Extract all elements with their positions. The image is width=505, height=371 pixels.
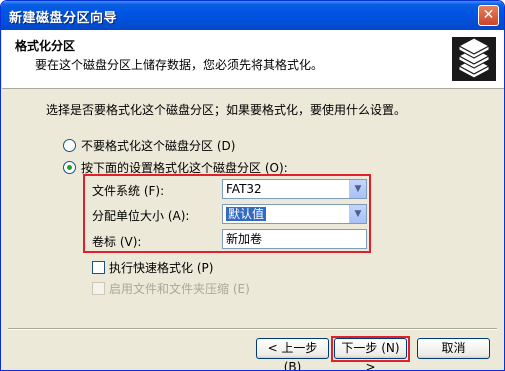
window-title: 新建磁盘分区向导 — [9, 11, 118, 26]
next-button[interactable]: 下一步 (N) > — [334, 338, 407, 370]
filesystem-select[interactable]: FAT32 ▼ — [222, 179, 367, 199]
radio-format[interactable]: 按下面的设置格式化这个磁盘分区 (O): — [63, 159, 288, 175]
disk-stack-icon — [452, 37, 496, 81]
chevron-down-icon[interactable]: ▼ — [349, 205, 366, 223]
chevron-down-icon[interactable]: ▼ — [349, 180, 366, 198]
back-button[interactable]: < 上一步 (B) — [256, 338, 329, 370]
radio-label: 按下面的设置格式化这个磁盘分区 (O): — [81, 160, 288, 175]
instruction-text: 选择是否要格式化这个磁盘分区；如果要格式化，要使用什么设置。 — [46, 103, 407, 117]
volume-label: 卷标 (V): — [92, 235, 142, 249]
allocation-label: 分配单位大小 (A): — [92, 209, 190, 223]
page-title: 格式化分区 — [15, 39, 76, 53]
volume-input[interactable]: 新加卷 — [222, 229, 367, 249]
filesystem-value: FAT32 — [226, 182, 262, 196]
checkbox-disabled — [92, 281, 105, 295]
page-subtitle: 要在这个磁盘分区上储存数据，您必须先将其格式化。 — [35, 58, 324, 72]
wizard-window: 新建磁盘分区向导 ✕ 格式化分区 要在这个磁盘分区上储存数据，您必须先将其格式化… — [0, 0, 505, 371]
header-panel: 格式化分区 要在这个磁盘分区上储存数据，您必须先将其格式化。 — [2, 30, 504, 89]
cancel-button[interactable]: 取消 — [417, 338, 490, 359]
allocation-value: 默认值 — [226, 207, 267, 221]
checkbox[interactable] — [92, 260, 105, 274]
checkbox-label: 启用文件和文件夹压缩 (E) — [109, 281, 250, 296]
radio-button[interactable] — [63, 138, 76, 152]
radio-label: 不要格式化这个磁盘分区 (D) — [81, 138, 236, 153]
quick-format-option[interactable]: 执行快速格式化 (P) — [92, 259, 213, 275]
allocation-select[interactable]: 默认值 ▼ — [222, 204, 367, 224]
checkbox-label: 执行快速格式化 (P) — [109, 260, 214, 275]
radio-button-checked[interactable] — [63, 160, 76, 174]
compression-option: 启用文件和文件夹压缩 (E) — [92, 280, 250, 296]
close-button[interactable]: ✕ — [478, 5, 499, 26]
radio-no-format[interactable]: 不要格式化这个磁盘分区 (D) — [63, 137, 235, 153]
footer-divider — [8, 328, 497, 330]
title-bar[interactable]: 新建磁盘分区向导 ✕ — [1, 1, 504, 30]
filesystem-label: 文件系统 (F): — [92, 184, 165, 198]
